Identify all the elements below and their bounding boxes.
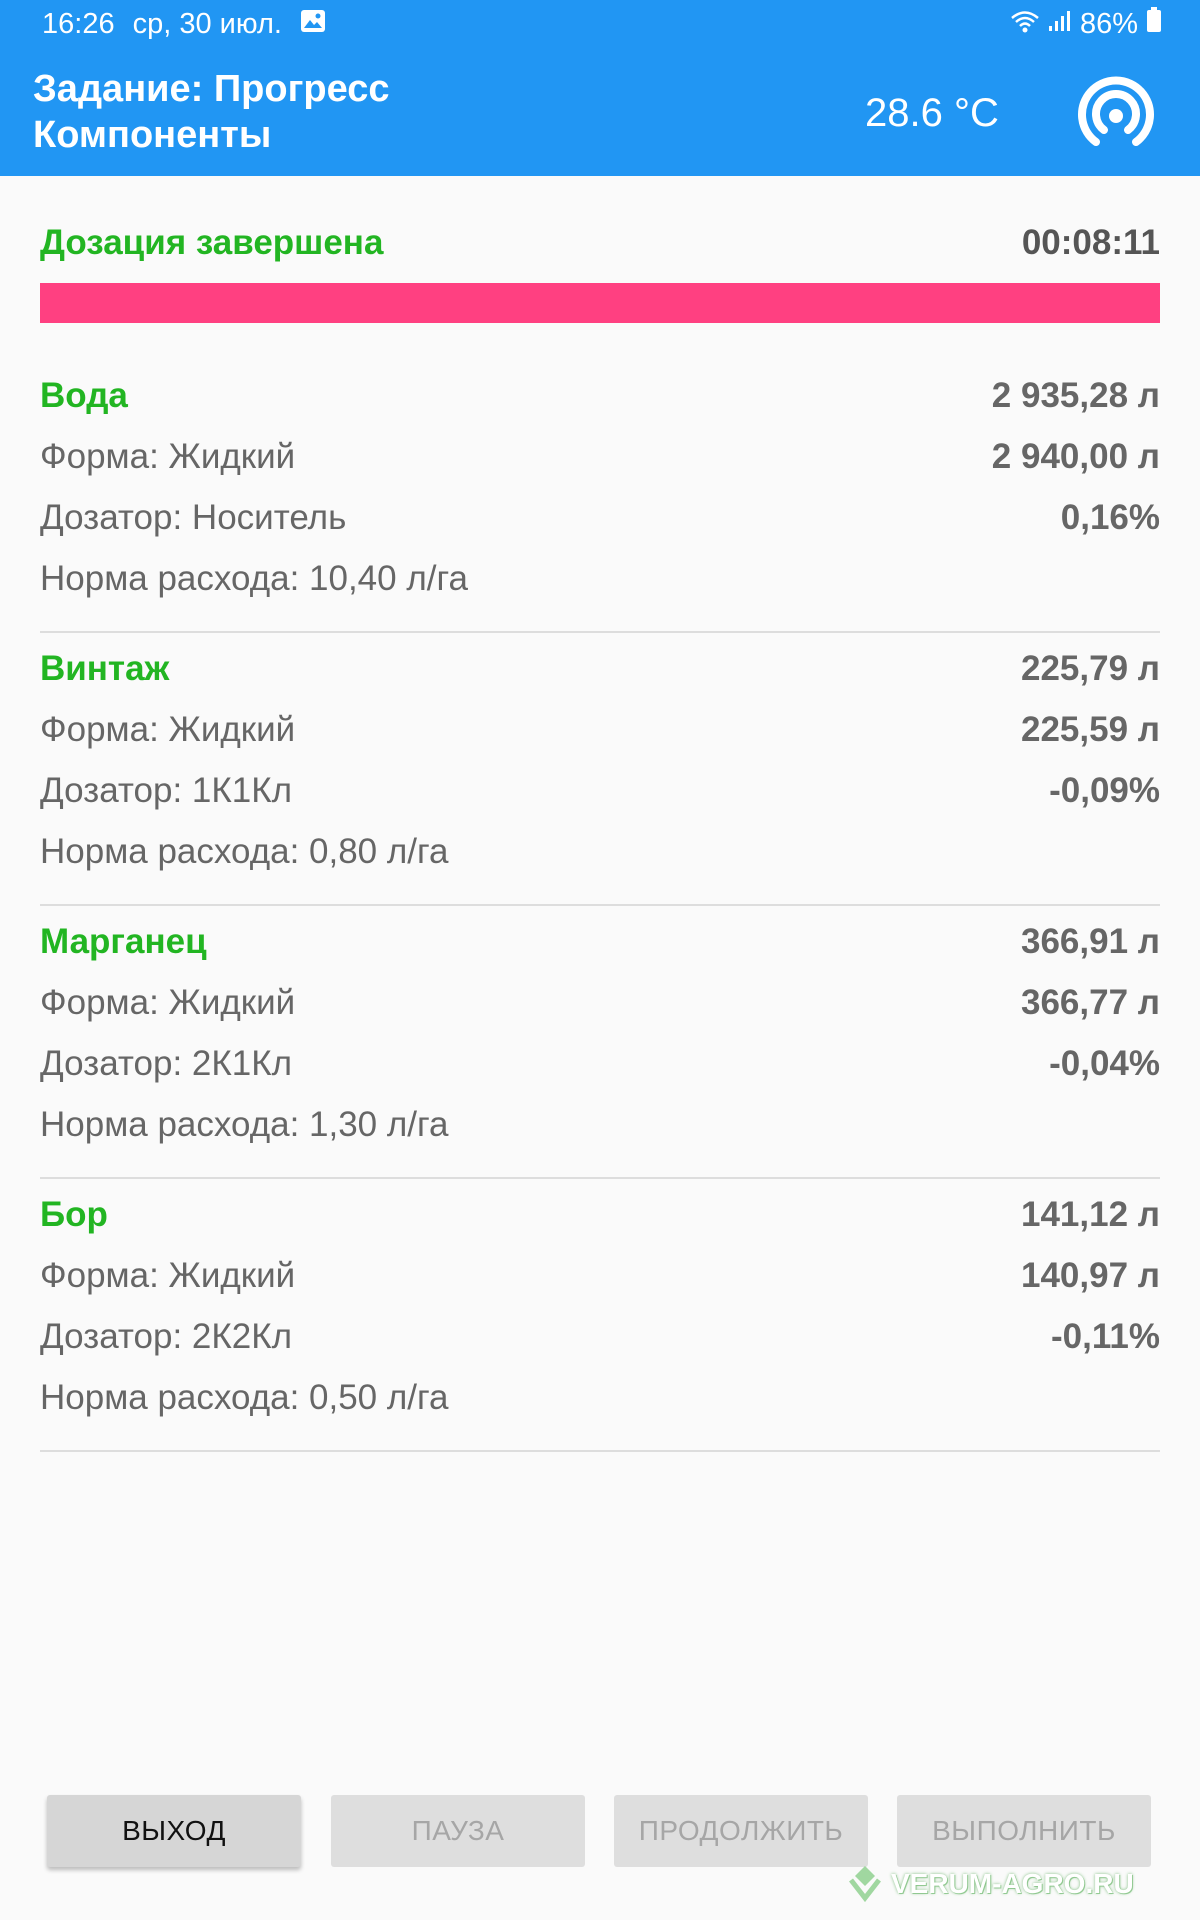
- component-form-row: Форма: Жидкий 2 940,00 л: [40, 426, 1160, 487]
- component-rate-row: Норма расхода: 10,40 л/га: [40, 548, 1160, 609]
- component-name: Вода: [40, 375, 128, 415]
- dosing-status: Дозация завершена: [40, 223, 384, 262]
- title-line-2: Компоненты: [33, 114, 272, 156]
- component-doser: Дозатор: 1К1Кл: [40, 770, 293, 810]
- volume-deviation: -0,09%: [1049, 770, 1160, 810]
- status-bar: 16:26 ср, 30 июл. 86%: [0, 0, 1200, 48]
- title-line-1: Задание: Прогресс: [33, 68, 390, 110]
- dosing-progress: Дозация завершена 00:08:11: [40, 218, 1160, 323]
- action-buttons: ВЫХОД ПАУЗА ПРОДОЛЖИТЬ ВЫПОЛНИТЬ: [47, 1795, 1153, 1867]
- execute-button[interactable]: ВЫПОЛНИТЬ: [897, 1795, 1151, 1867]
- component-name: Винтаж: [40, 648, 170, 688]
- applied-volume: 225,79 л: [1020, 648, 1160, 688]
- component-doser: Дозатор: 2К2Кл: [40, 1316, 293, 1356]
- component-rate-row: Норма расхода: 0,50 л/га: [40, 1367, 1160, 1428]
- status-time: 16:26: [42, 7, 115, 40]
- component-doser: Дозатор: Носитель: [40, 497, 347, 537]
- watermark-logo-icon: [849, 1866, 881, 1903]
- component-doser-row: Дозатор: 2К2Кл -0,11%: [40, 1306, 1160, 1367]
- component-rate: Норма расхода: 0,50 л/га: [40, 1377, 449, 1417]
- progress-header: Дозация завершена 00:08:11: [40, 218, 1160, 268]
- gallery-icon: [300, 8, 326, 41]
- app-bar: Задание: Прогресс Компоненты 28.6 °C: [0, 48, 1200, 176]
- target-volume: 225,59 л: [1020, 709, 1160, 749]
- applied-volume: 141,12 л: [1020, 1194, 1160, 1234]
- component-doser: Дозатор: 2К1Кл: [40, 1043, 293, 1083]
- battery-percent: 86%: [1079, 7, 1138, 40]
- component-rate: Норма расхода: 1,30 л/га: [40, 1104, 449, 1144]
- page-title: Задание: Прогресс Компоненты: [33, 66, 390, 158]
- component-name: Марганец: [40, 921, 207, 961]
- watermark-text: VERUM-AGRO.RU: [891, 1868, 1134, 1899]
- temperature-readout: 28.6 °C: [865, 91, 999, 135]
- component-item: Вода 2 935,28 л Форма: Жидкий 2 940,00 л…: [40, 360, 1160, 633]
- component-header-row: Бор 141,12 л: [40, 1184, 1160, 1245]
- volume-deviation: -0,04%: [1049, 1043, 1160, 1083]
- component-form-row: Форма: Жидкий 225,59 л: [40, 699, 1160, 760]
- component-item: Марганец 366,91 л Форма: Жидкий 366,77 л…: [40, 906, 1160, 1179]
- volume-deviation: -0,11%: [1051, 1316, 1160, 1356]
- component-header-row: Вода 2 935,28 л: [40, 365, 1160, 426]
- component-doser-row: Дозатор: Носитель 0,16%: [40, 487, 1160, 548]
- volume-deviation: 0,16%: [1060, 497, 1160, 537]
- applied-volume: 366,91 л: [1020, 921, 1160, 961]
- broadcast-signal-icon: [1078, 76, 1154, 146]
- resume-button[interactable]: ПРОДОЛЖИТЬ: [614, 1795, 868, 1867]
- target-volume: 2 940,00 л: [991, 436, 1160, 476]
- component-doser-row: Дозатор: 2К1Кл -0,04%: [40, 1033, 1160, 1094]
- wifi-icon: [1010, 8, 1040, 41]
- component-rate: Норма расхода: 10,40 л/га: [40, 558, 468, 598]
- target-volume: 366,77 л: [1020, 982, 1160, 1022]
- status-left: 16:26 ср, 30 июл.: [42, 8, 326, 41]
- status-right: 86%: [1010, 7, 1162, 41]
- component-form: Форма: Жидкий: [40, 436, 296, 476]
- component-rate: Норма расхода: 0,80 л/га: [40, 831, 449, 871]
- component-name: Бор: [40, 1194, 108, 1234]
- component-form-row: Форма: Жидкий 140,97 л: [40, 1245, 1160, 1306]
- component-form: Форма: Жидкий: [40, 709, 296, 749]
- component-header-row: Марганец 366,91 л: [40, 911, 1160, 972]
- battery-icon: [1146, 7, 1162, 41]
- component-item: Бор 141,12 л Форма: Жидкий 140,97 л Доза…: [40, 1179, 1160, 1452]
- component-form: Форма: Жидкий: [40, 982, 296, 1022]
- pause-button[interactable]: ПАУЗА: [331, 1795, 585, 1867]
- component-rate-row: Норма расхода: 0,80 л/га: [40, 821, 1160, 882]
- applied-volume: 2 935,28 л: [991, 375, 1160, 415]
- elapsed-time: 00:08:11: [1021, 223, 1160, 262]
- target-volume: 140,97 л: [1020, 1255, 1160, 1295]
- progress-bar: [40, 283, 1160, 323]
- component-item: Винтаж 225,79 л Форма: Жидкий 225,59 л Д…: [40, 633, 1160, 906]
- progress-bar-fill: [40, 283, 1160, 323]
- status-date: ср, 30 июл.: [132, 7, 282, 40]
- cellular-signal-icon: [1048, 8, 1072, 41]
- watermark: VERUM-AGRO.RU: [845, 1862, 1134, 1906]
- connection-button[interactable]: [1074, 72, 1158, 156]
- component-form-row: Форма: Жидкий 366,77 л: [40, 972, 1160, 1033]
- component-rate-row: Норма расхода: 1,30 л/га: [40, 1094, 1160, 1155]
- component-list: Вода 2 935,28 л Форма: Жидкий 2 940,00 л…: [40, 360, 1160, 1452]
- component-header-row: Винтаж 225,79 л: [40, 638, 1160, 699]
- component-doser-row: Дозатор: 1К1Кл -0,09%: [40, 760, 1160, 821]
- component-form: Форма: Жидкий: [40, 1255, 296, 1295]
- exit-button[interactable]: ВЫХОД: [47, 1795, 301, 1867]
